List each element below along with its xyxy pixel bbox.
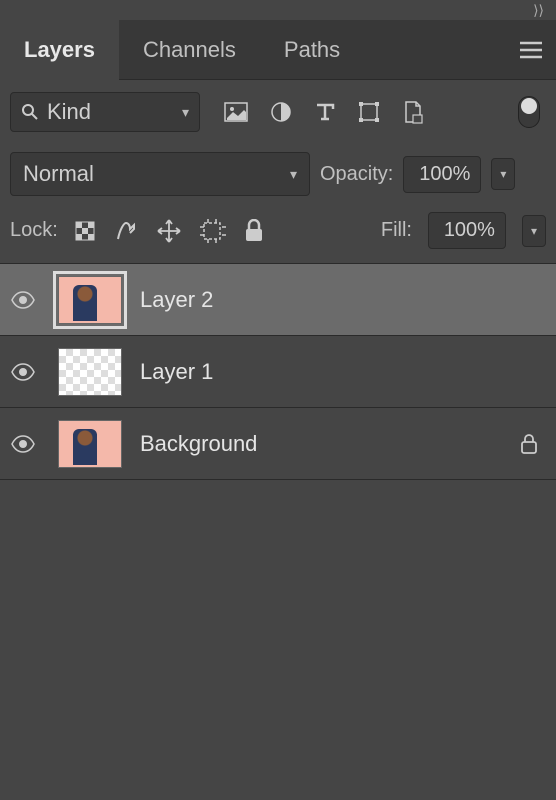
opacity-dropdown-button[interactable]: ▾ <box>491 158 515 190</box>
collapse-panel-icon[interactable]: ⟩⟩ <box>533 2 544 19</box>
opacity-label: Opacity: <box>320 163 393 186</box>
filter-pixel-icon[interactable] <box>224 102 248 122</box>
lock-all-icon[interactable] <box>244 219 264 243</box>
fill-input[interactable]: 100% <box>428 212 506 249</box>
panel-tabs: Layers Channels Paths <box>0 20 556 80</box>
layer-row[interactable]: Layer 2 <box>0 264 556 336</box>
opacity-input[interactable]: 100% <box>403 156 481 193</box>
layer-name[interactable]: Background <box>140 431 502 457</box>
visibility-eye-icon[interactable] <box>10 363 40 381</box>
tab-channels[interactable]: Channels <box>119 20 260 80</box>
visibility-eye-icon[interactable] <box>10 435 40 453</box>
filter-shape-icon[interactable] <box>358 101 380 123</box>
fill-dropdown-button[interactable]: ▾ <box>522 215 546 247</box>
tab-layers[interactable]: Layers <box>0 20 119 80</box>
blend-row: Normal ▾ Opacity: 100% ▾ <box>0 144 556 204</box>
layers-list: Layer 2 Layer 1 Background <box>0 264 556 480</box>
chevron-down-icon: ▾ <box>182 104 189 121</box>
layer-row[interactable]: Background <box>0 408 556 480</box>
layer-thumbnail[interactable] <box>58 276 122 324</box>
lock-row: Lock: Fill: 100% ▾ <box>0 204 556 264</box>
blend-mode-dropdown[interactable]: Normal ▾ <box>10 152 310 196</box>
layer-name[interactable]: Layer 1 <box>140 359 546 385</box>
visibility-eye-icon[interactable] <box>10 291 40 309</box>
filter-kind-label: Kind <box>47 99 174 125</box>
filter-adjustment-icon[interactable] <box>270 101 292 123</box>
panel-menu-icon[interactable] <box>506 41 556 59</box>
filter-toggle[interactable] <box>518 96 540 128</box>
fill-label: Fill: <box>381 219 412 242</box>
filter-smartobject-icon[interactable] <box>402 100 424 124</box>
lock-image-icon[interactable] <box>114 219 138 243</box>
layer-thumbnail[interactable] <box>58 420 122 468</box>
lock-icon <box>520 433 538 455</box>
lock-artboard-icon[interactable] <box>200 219 226 243</box>
layer-thumbnail[interactable] <box>58 348 122 396</box>
lock-transparent-icon[interactable] <box>74 220 96 242</box>
lock-label: Lock: <box>10 219 58 242</box>
chevron-down-icon: ▾ <box>290 166 297 183</box>
layer-row[interactable]: Layer 1 <box>0 336 556 408</box>
search-icon <box>21 103 39 121</box>
filter-kind-dropdown[interactable]: Kind ▾ <box>10 92 200 132</box>
layer-filter-row: Kind ▾ <box>0 80 556 144</box>
layer-name[interactable]: Layer 2 <box>140 287 546 313</box>
blend-mode-value: Normal <box>23 161 290 187</box>
tab-paths[interactable]: Paths <box>260 20 364 80</box>
lock-position-icon[interactable] <box>156 218 182 244</box>
filter-type-icon[interactable] <box>314 101 336 123</box>
